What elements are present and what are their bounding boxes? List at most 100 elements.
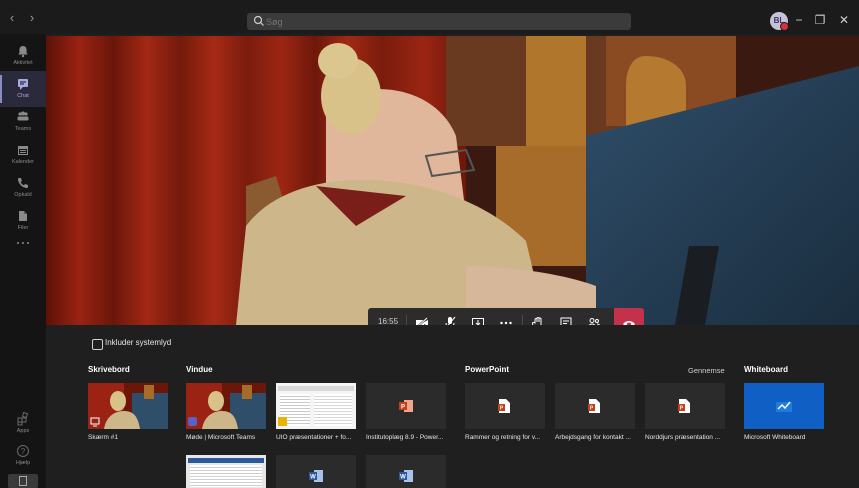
share-tile-word-2[interactable]: W — [366, 455, 446, 488]
powerpoint-icon: P — [399, 400, 413, 412]
participants-button[interactable] — [582, 308, 606, 325]
powerpoint-file-icon: P — [498, 399, 510, 413]
tile-caption: Arbejdsgang for kontakt ... — [555, 434, 631, 441]
title-bar: ‹ › BL − ❐ ✕ — [0, 0, 859, 34]
powerpoint-file-icon: P — [678, 399, 690, 413]
tile-caption: UIO præsentationer + fo... — [276, 434, 352, 441]
section-window: Vindue — [186, 365, 213, 374]
share-tile-window-extra[interactable] — [186, 455, 266, 488]
svg-text:W: W — [400, 475, 406, 481]
chat-button[interactable] — [554, 308, 578, 325]
tile-caption: Skærm #1 — [88, 434, 118, 441]
window-thumbnail — [186, 383, 266, 429]
camera-button[interactable] — [410, 308, 434, 325]
app-rail: Aktivitet Chat Teams Kalender Opkald Fil… — [0, 34, 46, 488]
more-actions-button[interactable] — [494, 308, 518, 325]
files-icon — [19, 211, 27, 221]
hang-up-button[interactable] — [614, 308, 644, 325]
raise-hand-button[interactable] — [526, 308, 550, 325]
teams-icon — [17, 111, 29, 121]
restore-icon[interactable]: ❐ — [812, 13, 828, 27]
apps-icon — [17, 412, 29, 426]
include-system-audio-checkbox[interactable] — [92, 339, 103, 350]
bell-icon — [18, 46, 28, 58]
camera-off-icon — [416, 317, 428, 325]
share-tile-whiteboard[interactable] — [744, 383, 824, 429]
share-tile-word-1[interactable]: W — [276, 455, 356, 488]
share-tile-teams-meeting[interactable] — [186, 383, 266, 429]
rail-item-help[interactable]: ? Hjælp — [0, 438, 46, 474]
include-system-audio-label: Inkluder systemlyd — [105, 338, 172, 347]
svg-text:W: W — [310, 475, 316, 481]
thumbnail-list — [314, 394, 352, 426]
svg-text:?: ? — [21, 447, 26, 456]
rail-label: Opkald — [14, 192, 32, 198]
folder-icon — [278, 417, 287, 426]
microphone-button[interactable] — [438, 308, 462, 325]
search-box[interactable] — [247, 13, 631, 30]
search-input[interactable] — [266, 13, 606, 30]
device-icon[interactable] — [8, 474, 38, 488]
more-dots-icon — [17, 242, 29, 244]
tile-caption: Microsoft Whiteboard — [744, 434, 806, 441]
rail-item-calendar[interactable]: Kalender — [0, 137, 46, 173]
teams-icon — [188, 417, 197, 426]
share-tray-button[interactable] — [466, 308, 490, 325]
minimize-icon[interactable]: − — [791, 13, 807, 27]
rail-label: Kalender — [11, 159, 35, 165]
rail-label: Chat — [17, 93, 29, 99]
monitor-icon — [90, 417, 100, 427]
chat-icon — [18, 79, 28, 90]
phone-icon — [18, 178, 28, 188]
help-icon: ? — [17, 445, 29, 457]
tile-caption: Møde | Microsoft Teams — [186, 434, 256, 441]
word-icon: W — [309, 470, 323, 482]
rail-item-calls[interactable]: Opkald — [0, 170, 46, 206]
screen-thumbnail — [88, 383, 168, 429]
share-tile-screen-1[interactable] — [88, 383, 168, 429]
share-tile-ppt-norddjurs[interactable]: P — [645, 383, 725, 429]
thumbnail-list — [190, 465, 262, 487]
share-tile-ppt-rammer[interactable]: P — [465, 383, 545, 429]
rail-item-chat[interactable]: Chat — [0, 71, 46, 107]
people-icon — [588, 318, 600, 325]
section-whiteboard: Whiteboard — [744, 365, 788, 374]
rail-item-apps[interactable]: Apps — [0, 406, 46, 442]
forward-arrow-icon[interactable]: › — [25, 11, 39, 25]
hand-icon — [532, 317, 542, 325]
presence-busy-icon — [780, 22, 789, 31]
participant-video — [46, 36, 859, 325]
word-icon: W — [399, 470, 413, 482]
video-stage: 16:55 — [46, 36, 859, 325]
rail-item-activity[interactable]: Aktivitet — [0, 38, 46, 74]
avatar[interactable]: BL — [770, 12, 789, 31]
section-desktop: Skrivebord — [88, 365, 130, 374]
rail-label: Apps — [16, 428, 30, 434]
call-timer: 16:55 — [378, 317, 399, 325]
rail-label: Hjælp — [15, 460, 31, 466]
divider — [522, 315, 523, 325]
call-controls: 16:55 — [368, 308, 644, 325]
browse-link[interactable]: Gennemse — [688, 366, 725, 375]
rail-item-teams[interactable]: Teams — [0, 104, 46, 140]
rail-label: Teams — [14, 126, 32, 132]
more-dots-icon — [500, 321, 512, 325]
divider — [406, 315, 407, 325]
section-powerpoint: PowerPoint — [465, 365, 510, 374]
share-tile-institutoplaeg[interactable]: P — [366, 383, 446, 429]
tile-caption: Institutoplæg 8.9 - Power... — [366, 434, 444, 441]
search-icon — [253, 15, 264, 26]
back-arrow-icon[interactable]: ‹ — [5, 11, 19, 25]
rail-label: Filer — [17, 225, 29, 231]
tile-caption: Norddjurs præsentation ... — [645, 434, 721, 441]
close-icon[interactable]: ✕ — [836, 13, 852, 27]
svg-text:P: P — [401, 405, 405, 411]
calendar-icon — [18, 146, 28, 155]
more-apps-button[interactable] — [0, 234, 46, 254]
whiteboard-icon — [776, 401, 792, 412]
share-tile-uio-presentations[interactable] — [276, 383, 356, 429]
share-tile-ppt-arbejdsgang[interactable]: P — [555, 383, 635, 429]
rail-label: Aktivitet — [13, 60, 33, 66]
chat-icon — [560, 317, 572, 325]
thumbnail-toolbar — [188, 458, 264, 463]
